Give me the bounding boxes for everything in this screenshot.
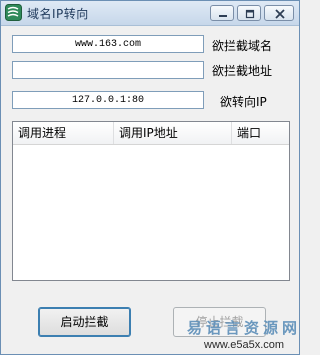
start-intercept-button[interactable]: 启动拦截 xyxy=(38,307,131,337)
watermark-site-name: 易语言资源网 xyxy=(187,319,302,337)
domain-input[interactable] xyxy=(12,35,204,53)
close-icon xyxy=(275,9,285,19)
address-input[interactable] xyxy=(12,61,204,79)
domain-label: 欲拦截域名 xyxy=(212,39,273,53)
watermark: 易语言资源网 www.e5a5x.com xyxy=(187,317,299,355)
minimize-icon xyxy=(219,15,227,17)
app-window: 域名IP转向 欲拦截域名 欲拦截地址 欲转向IP 调用进程 调用IP地址 端口 xyxy=(0,0,300,355)
process-list[interactable]: 调用进程 调用IP地址 端口 xyxy=(12,121,290,281)
minimize-button[interactable] xyxy=(210,5,234,21)
address-label: 欲拦截地址 xyxy=(212,64,273,78)
app-logo-icon xyxy=(5,4,22,21)
redirect-ip-input[interactable] xyxy=(12,91,204,109)
maximize-button[interactable] xyxy=(237,5,261,21)
watermark-url: www.e5a5x.com xyxy=(204,339,285,351)
list-header: 调用进程 调用IP地址 端口 xyxy=(13,122,289,145)
column-header-ip[interactable]: 调用IP地址 xyxy=(114,122,232,144)
maximize-icon xyxy=(245,9,255,19)
column-header-port[interactable]: 端口 xyxy=(232,122,289,144)
column-header-process[interactable]: 调用进程 xyxy=(13,122,114,144)
redirect-ip-label: 欲转向IP xyxy=(220,95,267,109)
title-bar[interactable]: 域名IP转向 xyxy=(1,1,299,26)
close-button[interactable] xyxy=(264,5,294,21)
window-title: 域名IP转向 xyxy=(27,7,89,21)
